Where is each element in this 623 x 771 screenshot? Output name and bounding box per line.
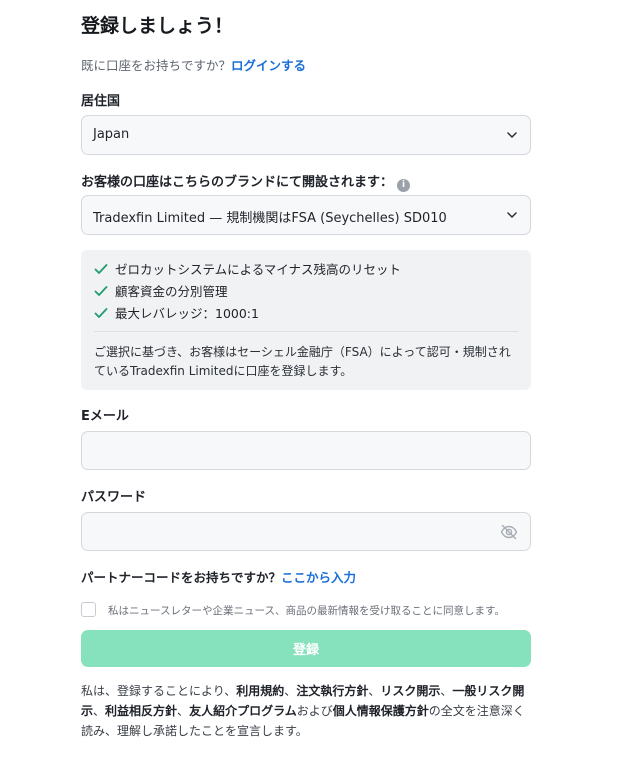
- country-label: 居住国: [81, 94, 121, 109]
- password-field-wrapper: [81, 512, 531, 551]
- page-title: 登録しましょう！: [81, 15, 234, 37]
- execution-policy-link[interactable]: 注文執行方針: [296, 684, 368, 698]
- login-prompt: 既に口座をお持ちですか？ログインする: [81, 55, 306, 74]
- info-divider: [94, 331, 518, 332]
- newsletter-checkbox[interactable]: [81, 602, 96, 617]
- brand-select[interactable]: Tradexfin Limited — 規制機関はFSA (Seychelles…: [81, 195, 531, 235]
- privacy-policy-link[interactable]: 個人情報保護方針: [333, 704, 429, 718]
- terms-link[interactable]: 利用規約: [236, 684, 284, 698]
- brand-label: お客様の口座はこちらのブランドにて開設されます： i: [81, 171, 411, 192]
- newsletter-consent: 私はニュースレターや企業ニュース、商品の最新情報を受け取ることに同意します。: [81, 599, 505, 618]
- feature-item: ゼロカットシステムによるマイナス残高のリセット: [94, 259, 401, 278]
- separator: 、: [368, 684, 381, 698]
- regulation-disclaimer: ご選択に基づき、お客様はセーシェル金融庁（FSA）によって認可・規制されているT…: [94, 345, 511, 378]
- partner-code-prompt: パートナーコードをお持ちですか？ここから入力: [81, 567, 356, 586]
- feature-text: ゼロカットシステムによるマイナス残高のリセット: [115, 262, 402, 277]
- password-label: パスワード: [81, 490, 147, 505]
- check-icon: [94, 264, 108, 274]
- check-icon: [94, 308, 108, 318]
- brand-select-value: Tradexfin Limited — 規制機関はFSA (Seychelles…: [93, 211, 447, 226]
- feature-item: 最大レバレッジ：1000:1: [94, 303, 259, 322]
- feature-text: 顧客資金の分別管理: [115, 284, 228, 299]
- partner-code-text: パートナーコードをお持ちですか？: [81, 570, 282, 585]
- country-select[interactable]: Japan: [81, 115, 531, 155]
- terms-and: および: [296, 704, 333, 718]
- info-icon[interactable]: i: [397, 179, 411, 192]
- brand-label-text: お客様の口座はこちらのブランドにて開設されます：: [81, 175, 394, 190]
- risk-disclosure-link[interactable]: リスク開示: [380, 684, 440, 698]
- country-select-value: Japan: [93, 127, 130, 142]
- terms-intro: 私は、登録することにより、: [81, 684, 237, 698]
- email-field[interactable]: [82, 432, 530, 469]
- password-field[interactable]: [82, 513, 530, 550]
- brand-info-box: ゼロカットシステムによるマイナス残高のリセット 顧客資金の分別管理 最大レバレッ…: [81, 250, 531, 390]
- register-button[interactable]: 登録: [81, 630, 531, 667]
- email-label: Eメール: [81, 409, 129, 424]
- separator: 、: [177, 704, 190, 718]
- chevron-down-icon: [507, 212, 517, 218]
- newsletter-consent-text: 私はニュースレターや企業ニュース、商品の最新情報を受け取ることに同意します。: [108, 605, 505, 617]
- login-link[interactable]: ログインする: [231, 58, 306, 73]
- separator: 、: [284, 684, 297, 698]
- terms-declaration: 私は、登録することにより、利用規約、注文執行方針、リスク開示、一般リスク開示、利…: [81, 681, 531, 741]
- email-field-wrapper: [81, 431, 531, 470]
- login-prompt-text: 既に口座をお持ちですか？: [81, 58, 232, 73]
- feature-text: 最大レバレッジ：1000:1: [115, 306, 259, 321]
- feature-item: 顧客資金の分別管理: [94, 281, 228, 300]
- eye-off-icon[interactable]: [500, 523, 518, 541]
- chevron-down-icon: [507, 132, 517, 138]
- referral-program-link[interactable]: 友人紹介プログラム: [189, 704, 297, 718]
- registration-page: 登録しましょう！ 既に口座をお持ちですか？ログインする 居住国 Japan お客…: [0, 0, 623, 771]
- conflict-policy-link[interactable]: 利益相反方針: [105, 704, 177, 718]
- check-icon: [94, 286, 108, 296]
- separator: 、: [93, 704, 106, 718]
- partner-code-link[interactable]: ここから入力: [281, 570, 356, 585]
- separator: 、: [440, 684, 453, 698]
